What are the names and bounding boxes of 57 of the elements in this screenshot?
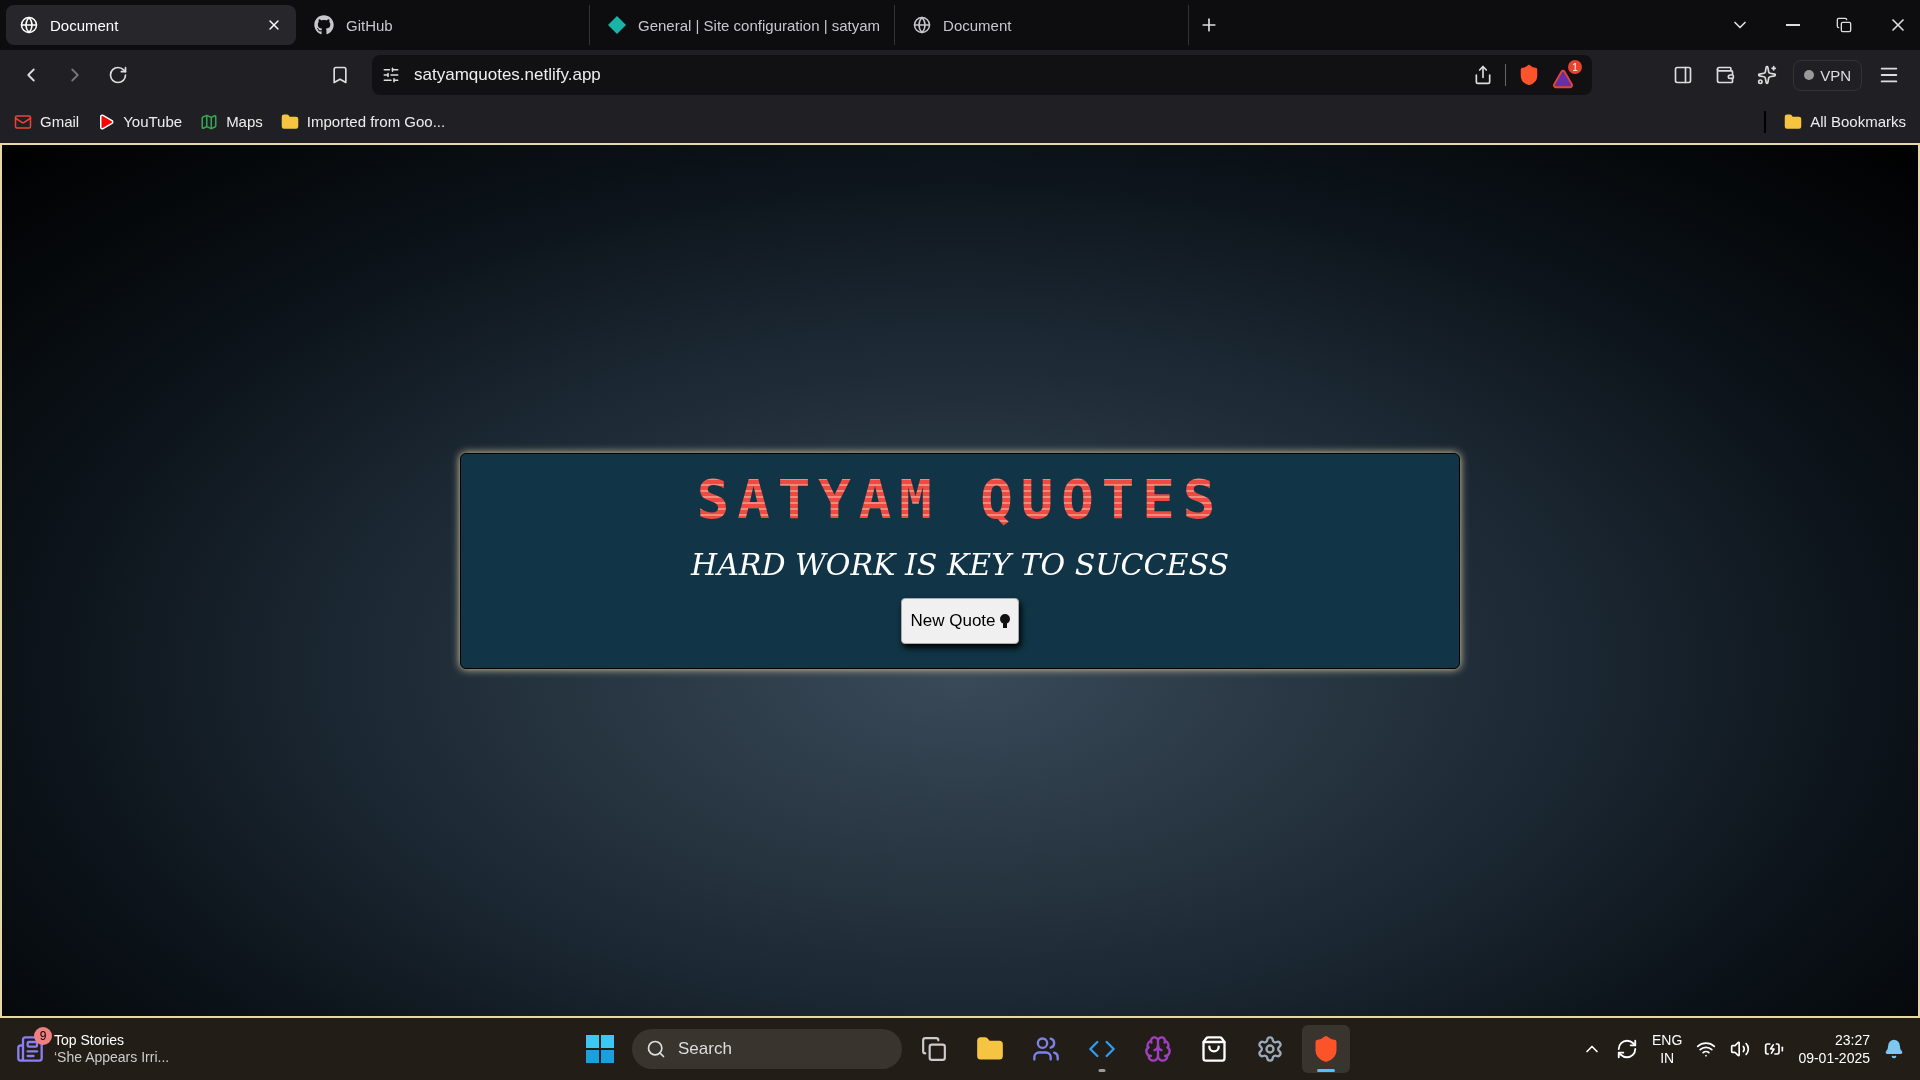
bookmark-icon — [330, 65, 350, 85]
share-icon[interactable] — [1473, 65, 1493, 85]
windows-logo-icon — [586, 1035, 614, 1063]
people-icon — [1032, 1035, 1060, 1063]
count-badge: 9 — [34, 1027, 52, 1045]
globe-icon — [20, 16, 38, 34]
sync-icon[interactable] — [1616, 1038, 1639, 1060]
minimize-icon — [1786, 24, 1800, 26]
quote-text: HARD WORK IS KEY TO SUCCESS — [691, 546, 1229, 582]
cat-logo-icon — [314, 15, 334, 35]
vpn-button[interactable]: VPN — [1793, 59, 1862, 91]
folder-icon — [280, 112, 299, 131]
diamond-icon — [608, 16, 626, 34]
bulb-icon — [999, 613, 1010, 628]
map-icon — [200, 112, 219, 131]
notification-badge: 1 — [1568, 60, 1582, 74]
sparkle-icon — [1757, 65, 1778, 85]
address-field[interactable]: satyamquotes.netlify.app — [412, 64, 1461, 86]
taskbar-app[interactable] — [1302, 1025, 1350, 1073]
play-icon — [97, 112, 116, 131]
volume-icon[interactable] — [1730, 1039, 1751, 1059]
browser-tab[interactable]: Document — [6, 5, 296, 45]
new-quote-button[interactable]: New Quote — [901, 597, 1019, 644]
rewards-button[interactable]: 1 — [1552, 60, 1582, 90]
notification-bell-icon[interactable] — [1884, 1039, 1904, 1059]
sidebar-icon — [1673, 65, 1694, 85]
restore-icon — [1836, 17, 1852, 33]
folder-icon — [1784, 112, 1803, 131]
shopping-bag-icon — [1200, 1035, 1228, 1063]
settings-icon — [1256, 1035, 1284, 1063]
status-dot-icon — [1804, 70, 1815, 80]
browser-tab[interactable]: GitHub — [300, 5, 590, 45]
bookmark-item[interactable]: YouTube — [97, 112, 183, 131]
browser-tab[interactable]: General | Site configuration | satyam — [594, 5, 896, 45]
folder-icon — [976, 1035, 1004, 1063]
mail-icon — [14, 112, 32, 131]
bookmark-item[interactable]: Gmail — [14, 112, 80, 131]
search-field[interactable]: Search — [632, 1029, 902, 1069]
bookmark-item[interactable]: Imported from Goo... — [280, 112, 446, 131]
search-input[interactable]: Search — [676, 1038, 830, 1060]
all-bookmarks-button[interactable]: All Bookmarks — [1784, 112, 1906, 131]
news-headline: ‘She Appears Irri... — [54, 1049, 170, 1067]
wallet-icon — [1715, 65, 1736, 85]
search-icon — [646, 1039, 666, 1059]
news-title: Top Stories — [54, 1031, 126, 1049]
site-settings-icon[interactable] — [382, 66, 400, 84]
brain-icon — [1144, 1035, 1172, 1063]
address-bar[interactable]: satyamquotes.netlify.app 1 — [372, 55, 1592, 95]
reload-icon — [108, 65, 128, 85]
shield-icon[interactable] — [1518, 64, 1540, 86]
bookmark-item[interactable]: Maps — [200, 112, 263, 131]
browser-tab[interactable]: Document — [899, 5, 1190, 45]
wifi-icon[interactable] — [1696, 1039, 1717, 1059]
clock[interactable]: 23:27 09-01-2025 — [1798, 1030, 1870, 1068]
globe-icon — [913, 16, 932, 34]
language-indicator[interactable]: ENG IN — [1652, 1030, 1683, 1068]
windows-stack-icon — [921, 1036, 947, 1062]
